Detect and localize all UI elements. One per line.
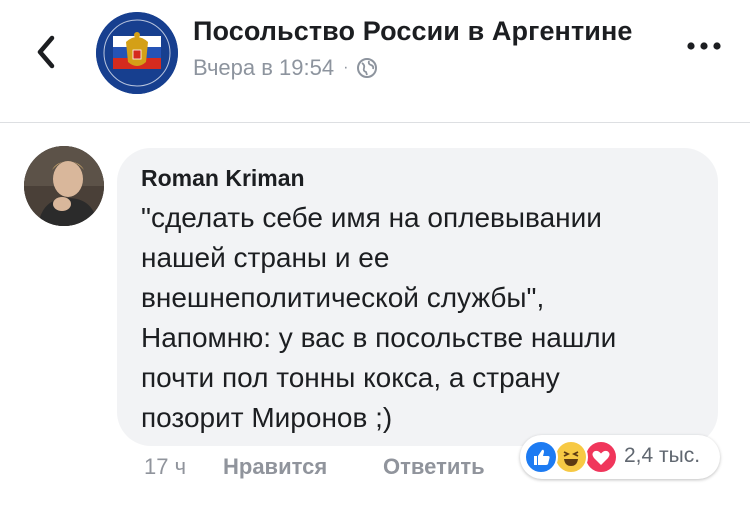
reaction-count: 2,4 тыс. bbox=[624, 444, 701, 467]
header-divider bbox=[0, 122, 750, 123]
comment-line: почти пол тонны кокса, а страну bbox=[141, 362, 560, 393]
chevron-left-icon bbox=[37, 35, 55, 69]
love-icon bbox=[584, 440, 618, 474]
comment-line: внешнеполитической службы", bbox=[141, 282, 545, 313]
comment-text: "сделать себе имя на оплевывании нашей с… bbox=[141, 198, 711, 438]
comment-author[interactable]: Roman Kriman bbox=[141, 165, 305, 192]
like-icon bbox=[524, 440, 558, 474]
meta-separator: · bbox=[343, 59, 349, 76]
embassy-seal-logo bbox=[96, 12, 178, 94]
globe-icon bbox=[356, 57, 378, 79]
post-header: Посольство России в Аргентине Вчера в 19… bbox=[0, 0, 750, 122]
back-button[interactable] bbox=[28, 30, 68, 74]
comment-line: позорит Миронов ;) bbox=[141, 402, 393, 433]
page-title[interactable]: Посольство России в Аргентине bbox=[193, 16, 633, 47]
haha-icon bbox=[554, 440, 588, 474]
comment-line: нашей страны и ее bbox=[141, 242, 390, 273]
like-button[interactable]: Нравится bbox=[223, 454, 327, 480]
more-dots-icon bbox=[687, 42, 721, 50]
reactions-summary[interactable]: 2,4 тыс. bbox=[520, 435, 720, 479]
comment-line: Напомню: у вас в посольстве нашли bbox=[141, 322, 617, 353]
commenter-avatar[interactable] bbox=[24, 146, 104, 226]
post-timestamp[interactable]: Вчера в 19:54 bbox=[193, 55, 334, 81]
comment-line: "сделать себе имя на оплевывании bbox=[141, 202, 602, 233]
post-meta: Вчера в 19:54 · bbox=[193, 55, 378, 81]
page-avatar[interactable] bbox=[96, 12, 178, 94]
comment-time[interactable]: 17 ч bbox=[144, 454, 186, 480]
more-options-button[interactable] bbox=[684, 36, 724, 56]
reply-button[interactable]: Ответить bbox=[383, 454, 485, 480]
